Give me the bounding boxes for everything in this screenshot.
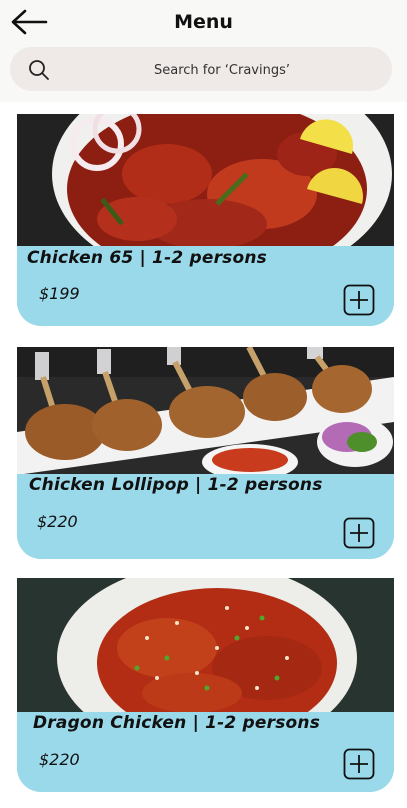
- menu-item-card[interactable]: Chicken Lollipop | 1-2 persons $220: [17, 347, 394, 559]
- menu-item-price: $220: [39, 750, 80, 769]
- menu-item-info: Chicken 65 | 1-2 persons $199: [17, 246, 394, 326]
- menu-item-name: Chicken 65 | 1-2 persons: [27, 248, 267, 268]
- search-icon: [29, 60, 49, 80]
- menu-item-name: Chicken Lollipop | 1-2 persons: [29, 475, 323, 495]
- menu-item-price: $220: [37, 512, 78, 531]
- chicken-65-photo: [17, 114, 394, 249]
- menu-item-card[interactable]: Chicken 65 | 1-2 persons $199: [17, 114, 394, 326]
- menu-item-name: Dragon Chicken | 1-2 persons: [33, 713, 321, 733]
- add-item-icon[interactable]: [343, 284, 375, 316]
- menu-item-info: Dragon Chicken | 1-2 persons $220: [17, 712, 394, 792]
- dragon-chicken-photo: [17, 578, 394, 712]
- header-bar: Menu: [0, 0, 407, 102]
- search-bar[interactable]: [10, 47, 392, 93]
- menu-item-card[interactable]: Dragon Chicken | 1-2 persons $220: [17, 578, 394, 792]
- menu-item-info: Chicken Lollipop | 1-2 persons $220: [17, 474, 394, 559]
- chicken-lollipop-photo: [17, 347, 394, 475]
- page-title: Menu: [174, 11, 233, 33]
- add-item-icon[interactable]: [343, 748, 375, 780]
- menu-item-price: $199: [39, 284, 80, 303]
- add-item-icon[interactable]: [343, 517, 375, 549]
- search-input[interactable]: [70, 47, 374, 93]
